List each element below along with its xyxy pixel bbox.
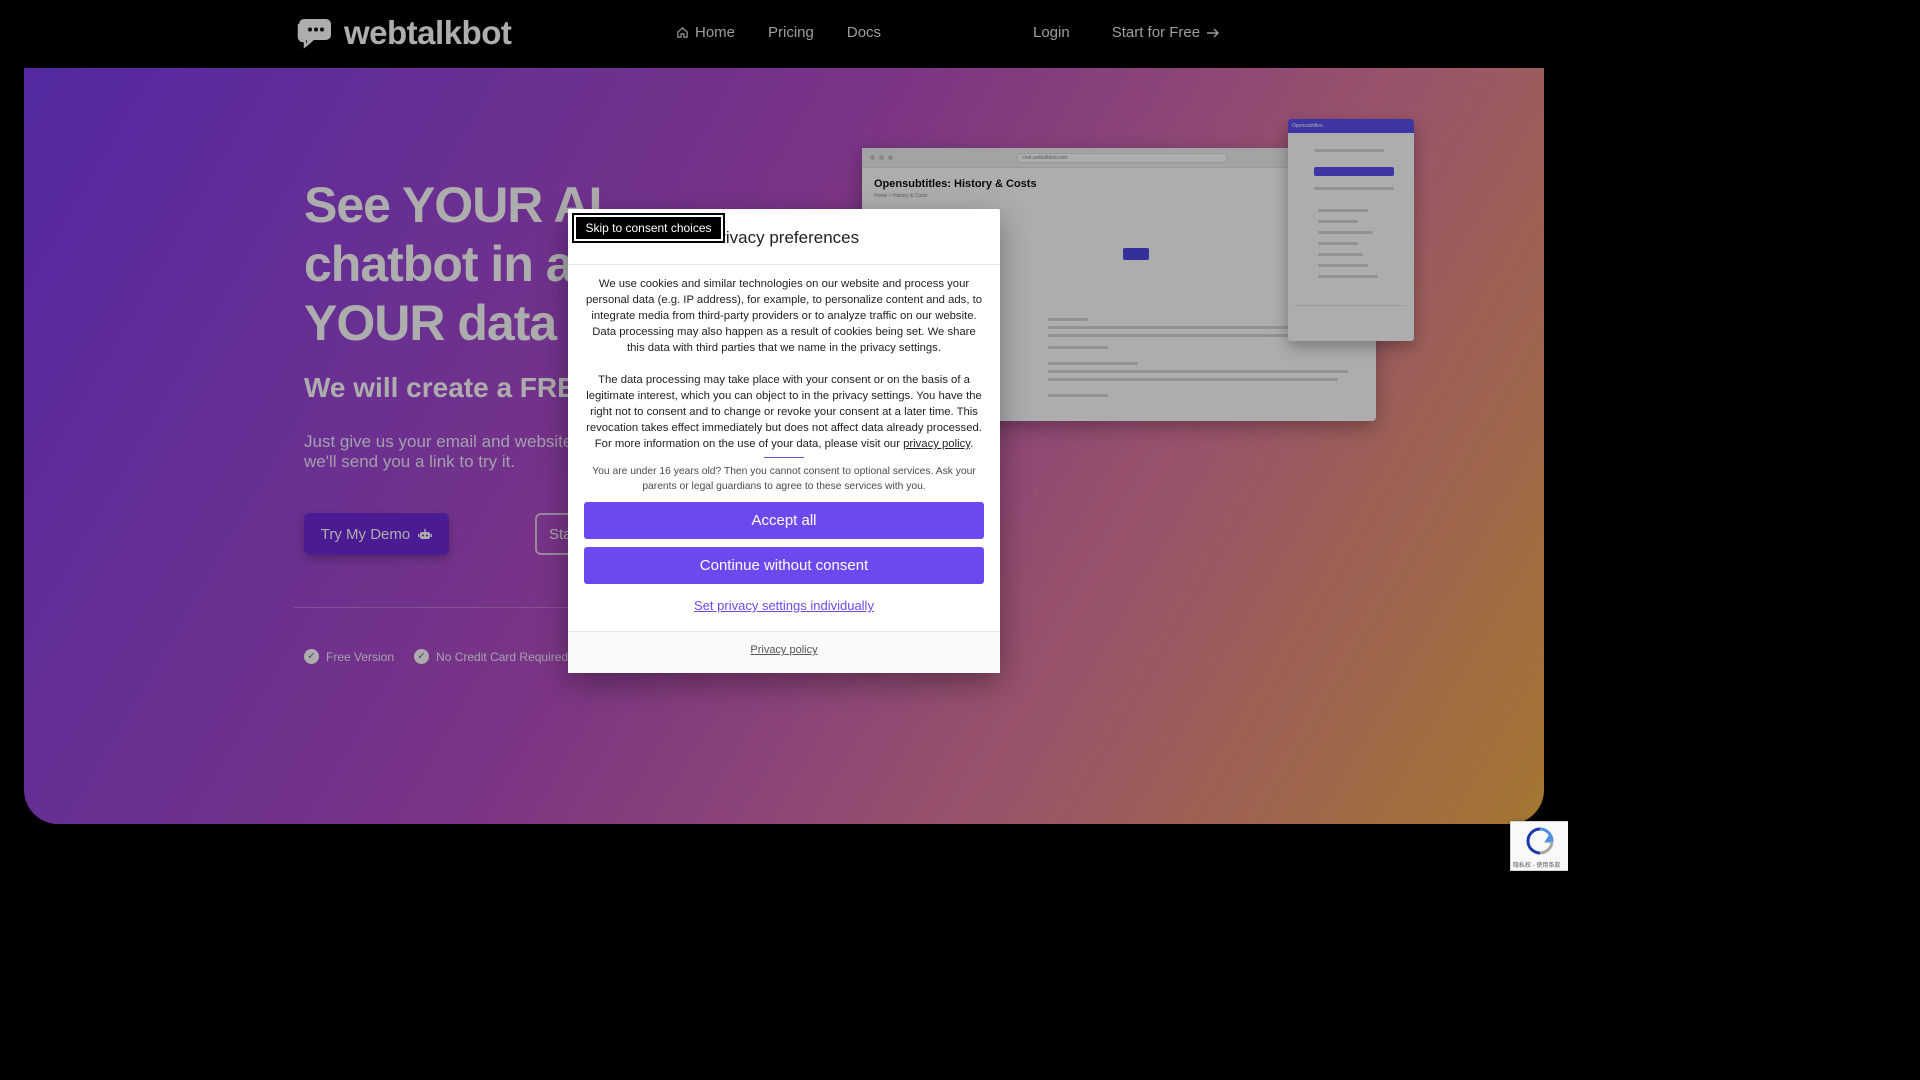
- privacy-policy-link[interactable]: privacy policy: [903, 438, 970, 450]
- footer-privacy-policy-link[interactable]: Privacy policy: [568, 644, 1000, 656]
- consent-paragraph-2: The data processing may take place with …: [586, 374, 982, 450]
- dialog-divider: [568, 264, 1000, 265]
- continue-without-consent-button[interactable]: Continue without consent: [584, 547, 984, 584]
- consent-paragraph-1: We use cookies and similar technologies …: [585, 278, 983, 354]
- age-notice: You are under 16 years old? Then you can…: [592, 466, 976, 492]
- accept-all-button[interactable]: Accept all: [584, 502, 984, 539]
- recaptcha-badge[interactable]: 隐私权 - 使用条款: [1510, 821, 1568, 871]
- set-privacy-settings-link[interactable]: Set privacy settings individually: [568, 598, 1000, 613]
- dialog-footer: Privacy policy: [568, 631, 1000, 673]
- scroll-indicator: [764, 457, 804, 458]
- privacy-consent-dialog: Privacy preferences Skip to consent choi…: [568, 209, 1000, 673]
- recaptcha-terms: 隐私权 - 使用条款: [1513, 863, 1561, 869]
- skip-to-consent-link[interactable]: Skip to consent choices: [572, 213, 725, 243]
- recaptcha-icon: [1526, 827, 1554, 855]
